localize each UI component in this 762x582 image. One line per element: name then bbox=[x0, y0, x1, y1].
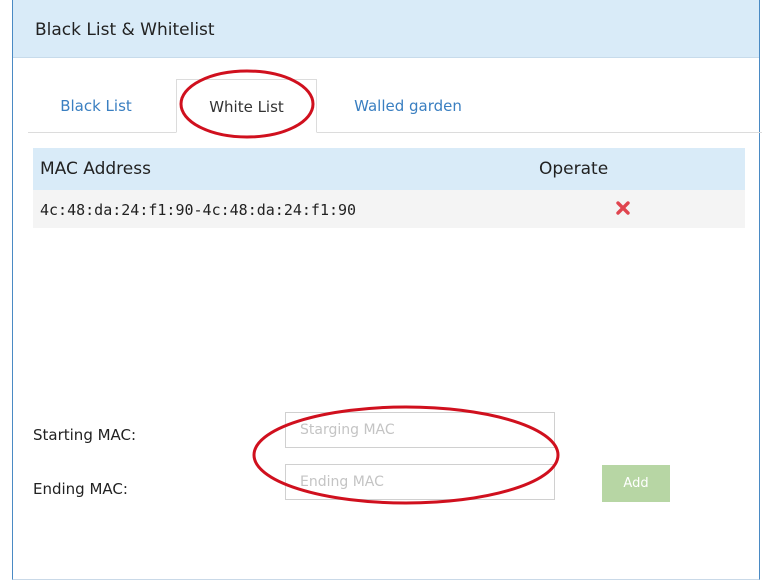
ending-mac-input[interactable] bbox=[285, 464, 555, 500]
tab-white-list[interactable]: White List bbox=[176, 79, 317, 133]
delete-x-icon[interactable] bbox=[616, 201, 630, 215]
add-button[interactable]: Add bbox=[602, 465, 670, 502]
table-header: MAC Address Operate bbox=[33, 148, 745, 190]
starting-mac-input[interactable] bbox=[285, 412, 555, 448]
panel-header: Black List & Whitelist bbox=[13, 0, 759, 58]
tab-walled-garden[interactable]: Walled garden bbox=[334, 79, 482, 133]
column-header-mac-address: MAC Address bbox=[40, 159, 151, 179]
tab-black-list[interactable]: Black List bbox=[28, 79, 164, 133]
ending-mac-label: Ending MAC: bbox=[33, 480, 128, 498]
panel-title: Black List & Whitelist bbox=[35, 20, 215, 40]
tab-bar: Black List White List Walled garden bbox=[28, 79, 762, 133]
whitelist-table: MAC Address Operate 4c:48:da:24:f1:90-4c… bbox=[33, 148, 745, 228]
starting-mac-label: Starting MAC: bbox=[33, 426, 137, 444]
column-header-operate: Operate bbox=[539, 159, 609, 179]
mac-address-cell: 4c:48:da:24:f1:90-4c:48:da:24:f1:90 bbox=[40, 201, 357, 219]
table-row: 4c:48:da:24:f1:90-4c:48:da:24:f1:90 bbox=[33, 190, 745, 228]
